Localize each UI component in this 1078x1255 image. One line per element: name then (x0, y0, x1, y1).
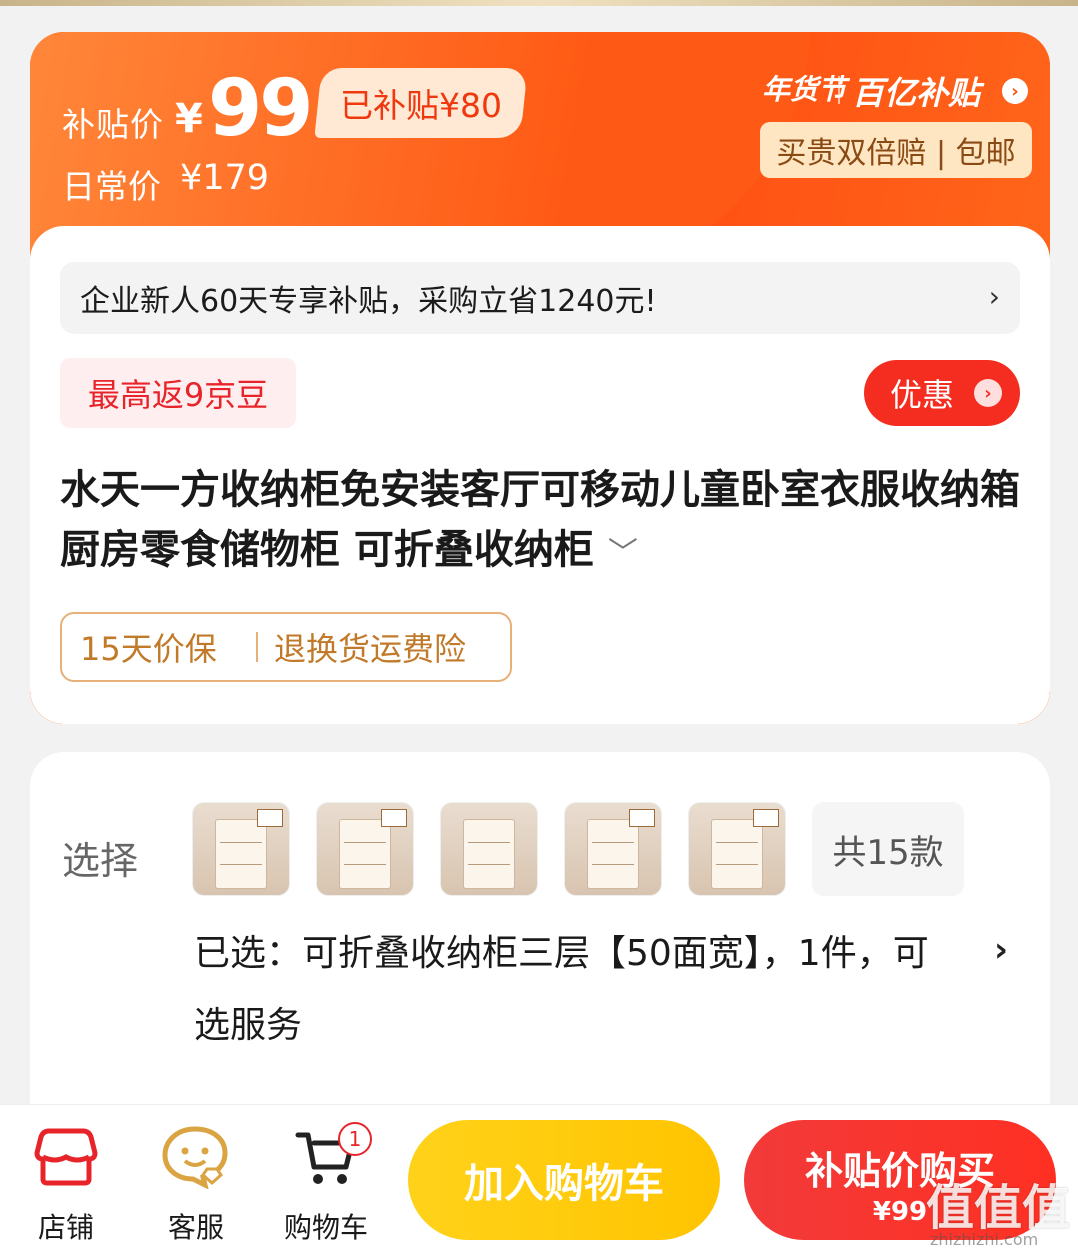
chevron-right-icon[interactable]: › (994, 930, 1008, 970)
variant-thumbnail[interactable] (440, 802, 538, 896)
cabinet-image (711, 819, 763, 889)
variant-thumbnail[interactable] (192, 802, 290, 896)
variant-thumbnail[interactable] (688, 802, 786, 896)
chat-icon (146, 1120, 246, 1194)
variant-thumbnail[interactable] (316, 802, 414, 896)
subsidized-badge: 已补贴¥80 (314, 68, 528, 138)
selected-variant-text[interactable]: 已选：可折叠收纳柜三层【50面宽】，1件，可选服务 (194, 918, 954, 1062)
discount-button-label: 优惠 (890, 376, 955, 414)
cart-label: 购物车 (283, 1211, 368, 1244)
enterprise-promo-bar[interactable]: 企业新人60天专享补贴，采购立省1240元! › (60, 262, 1020, 334)
promo-text: 企业新人60天专享补贴，采购立省1240元! (80, 284, 657, 319)
variant-thumbnail[interactable] (564, 802, 662, 896)
guarantee-badge[interactable]: 买贵双倍赔 | 包邮 (760, 122, 1032, 178)
chevron-right-icon: › (988, 280, 1000, 313)
chevron-right-icon: › (974, 379, 1002, 407)
chevron-down-icon[interactable]: ﹀ (608, 536, 638, 571)
chevron-right-icon[interactable]: › (1002, 78, 1028, 104)
festival-logo: 年货节 (762, 73, 847, 106)
tag-image (753, 809, 779, 827)
variant-count[interactable]: 共15款 (812, 802, 964, 896)
cart-count-badge: 1 (338, 1122, 372, 1156)
watermark-site: zhizhizhi.com (930, 1230, 1039, 1249)
tag-image (381, 809, 407, 827)
tag-image (257, 809, 283, 827)
subsidy-price: 99 (208, 64, 314, 154)
product-title-text: 水天一方收纳柜免安装客厅可移动儿童卧室衣服收纳箱厨房零食储物柜 可折叠收纳柜 (60, 467, 1020, 573)
price-protection-tag: 15天价保 (80, 630, 217, 668)
store-icon (16, 1120, 116, 1194)
product-title[interactable]: 水天一方收纳柜免安装客厅可移动儿童卧室衣服收纳箱厨房零食储物柜 可折叠收纳柜 ﹀ (60, 460, 1030, 584)
billion-subsidy-brand[interactable]: 百亿补贴 (852, 68, 980, 114)
brand-divider (838, 76, 840, 104)
top-strip (0, 0, 1078, 6)
service-tags[interactable]: 15天价保 退换货运费险 (60, 612, 512, 682)
watermark-logo: 值值值 (926, 1180, 1071, 1236)
subsidy-price-label: 补贴价 (62, 105, 164, 144)
return-shipping-tag: 退换货运费险 (274, 630, 467, 668)
selection-label: 选择 (62, 839, 139, 883)
store-label: 店铺 (37, 1211, 94, 1244)
discount-button[interactable]: 优惠 › (864, 360, 1020, 426)
jd-beans-badge: 最高返9京豆 (60, 358, 296, 428)
cabinet-image (463, 819, 515, 889)
daily-price: ¥179 (180, 158, 270, 198)
tag-divider (256, 632, 258, 662)
currency-symbol: ¥ (175, 96, 203, 142)
tag-image (629, 809, 655, 827)
cabinet-image (215, 819, 267, 889)
subsidized-badge-text: 已补贴¥80 (340, 86, 502, 125)
customer-service-label: 客服 (167, 1211, 224, 1244)
customer-service-nav[interactable]: 客服 (146, 1120, 246, 1246)
cabinet-image (587, 819, 639, 889)
add-to-cart-button[interactable]: 加入购物车 (408, 1120, 720, 1240)
cabinet-image (339, 819, 391, 889)
daily-price-label: 日常价 (62, 167, 161, 206)
store-nav[interactable]: 店铺 (16, 1120, 116, 1246)
